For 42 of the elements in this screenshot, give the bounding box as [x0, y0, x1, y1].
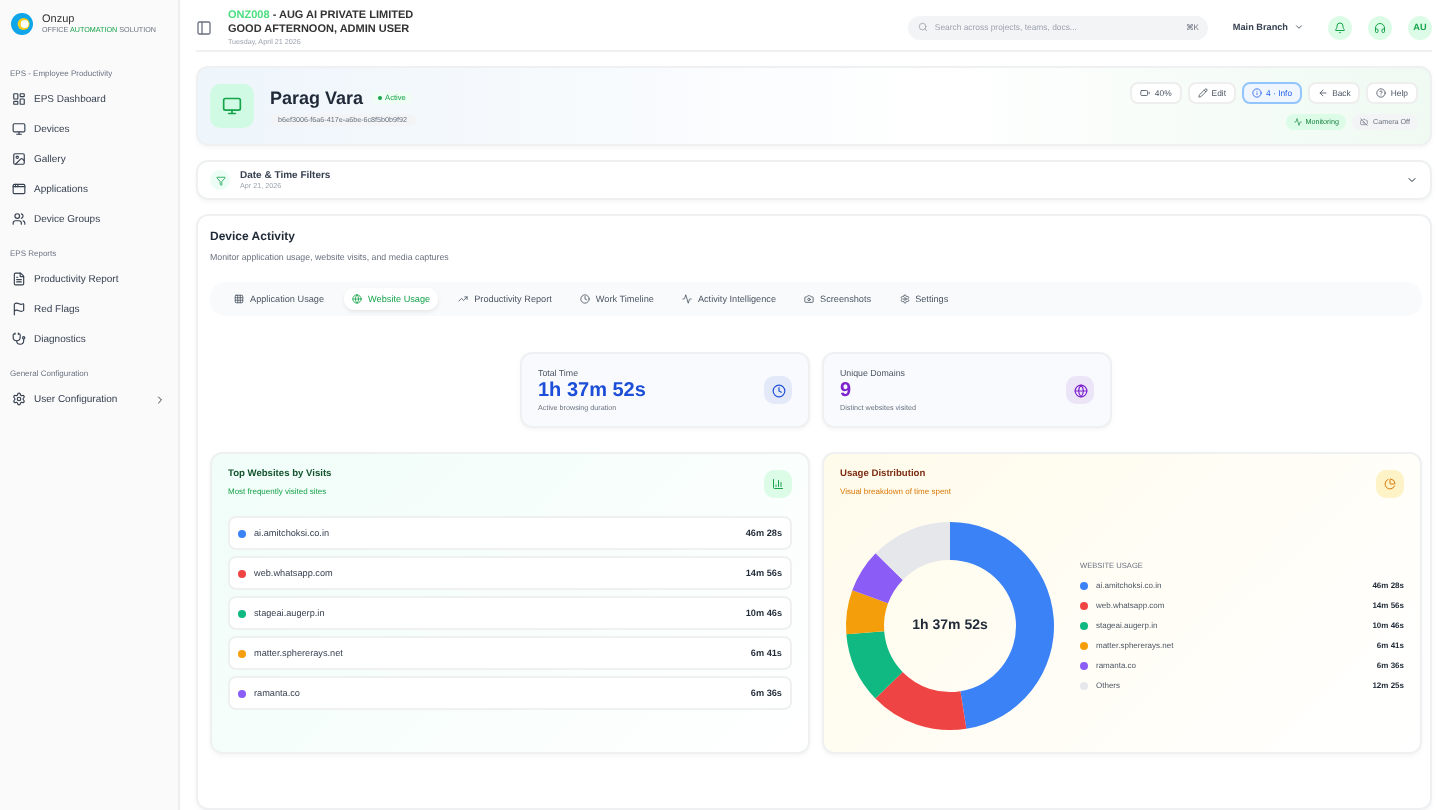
- pulse-icon: [681, 294, 692, 304]
- bar-chart-icon: [764, 470, 792, 498]
- battery-icon: [1140, 88, 1151, 98]
- document-icon: [12, 272, 26, 286]
- flag-icon: [12, 302, 26, 316]
- search-icon: [918, 22, 929, 32]
- pencil-icon: [1197, 88, 1208, 98]
- filter-icon: [210, 170, 230, 190]
- chevron-icon: [154, 393, 166, 405]
- support-button[interactable]: [1368, 15, 1392, 39]
- stethoscope-icon: [12, 332, 26, 346]
- globe-icon: [1073, 383, 1087, 397]
- camera-off-icon: [1360, 118, 1369, 126]
- pulse-icon: [1293, 118, 1302, 126]
- users-icon: [12, 212, 26, 226]
- notification-button[interactable]: [1328, 15, 1352, 39]
- chevron-icon: [1406, 174, 1418, 186]
- logo-icon: [10, 12, 34, 36]
- image-icon: [12, 152, 26, 166]
- help-icon: [1376, 88, 1387, 98]
- chevron-icon: [1294, 22, 1304, 32]
- stat-value: 1h 37m 52s: [538, 380, 648, 402]
- stat-value: 9: [840, 380, 854, 402]
- sidebar-toggle-icon[interactable]: [196, 19, 212, 35]
- monitor-icon: [12, 122, 26, 136]
- bell-icon: [1334, 21, 1346, 33]
- settings-icon: [899, 294, 910, 304]
- settings-icon: [12, 392, 26, 406]
- monitor-icon: [210, 84, 254, 128]
- device-name: Parag Vara: [270, 87, 364, 107]
- grid-icon: [234, 294, 244, 304]
- camera-icon: [804, 294, 815, 304]
- info-icon: [1252, 88, 1263, 98]
- globe-icon: [352, 294, 363, 304]
- window-icon: [12, 182, 26, 196]
- pie-chart-icon: [1376, 470, 1404, 498]
- dashboard-icon: [12, 92, 26, 106]
- trend-icon: [458, 294, 469, 304]
- clock-icon: [771, 383, 785, 397]
- arrow-left-icon: [1318, 88, 1329, 98]
- clock-icon: [579, 294, 590, 304]
- headset-icon: [1374, 21, 1386, 33]
